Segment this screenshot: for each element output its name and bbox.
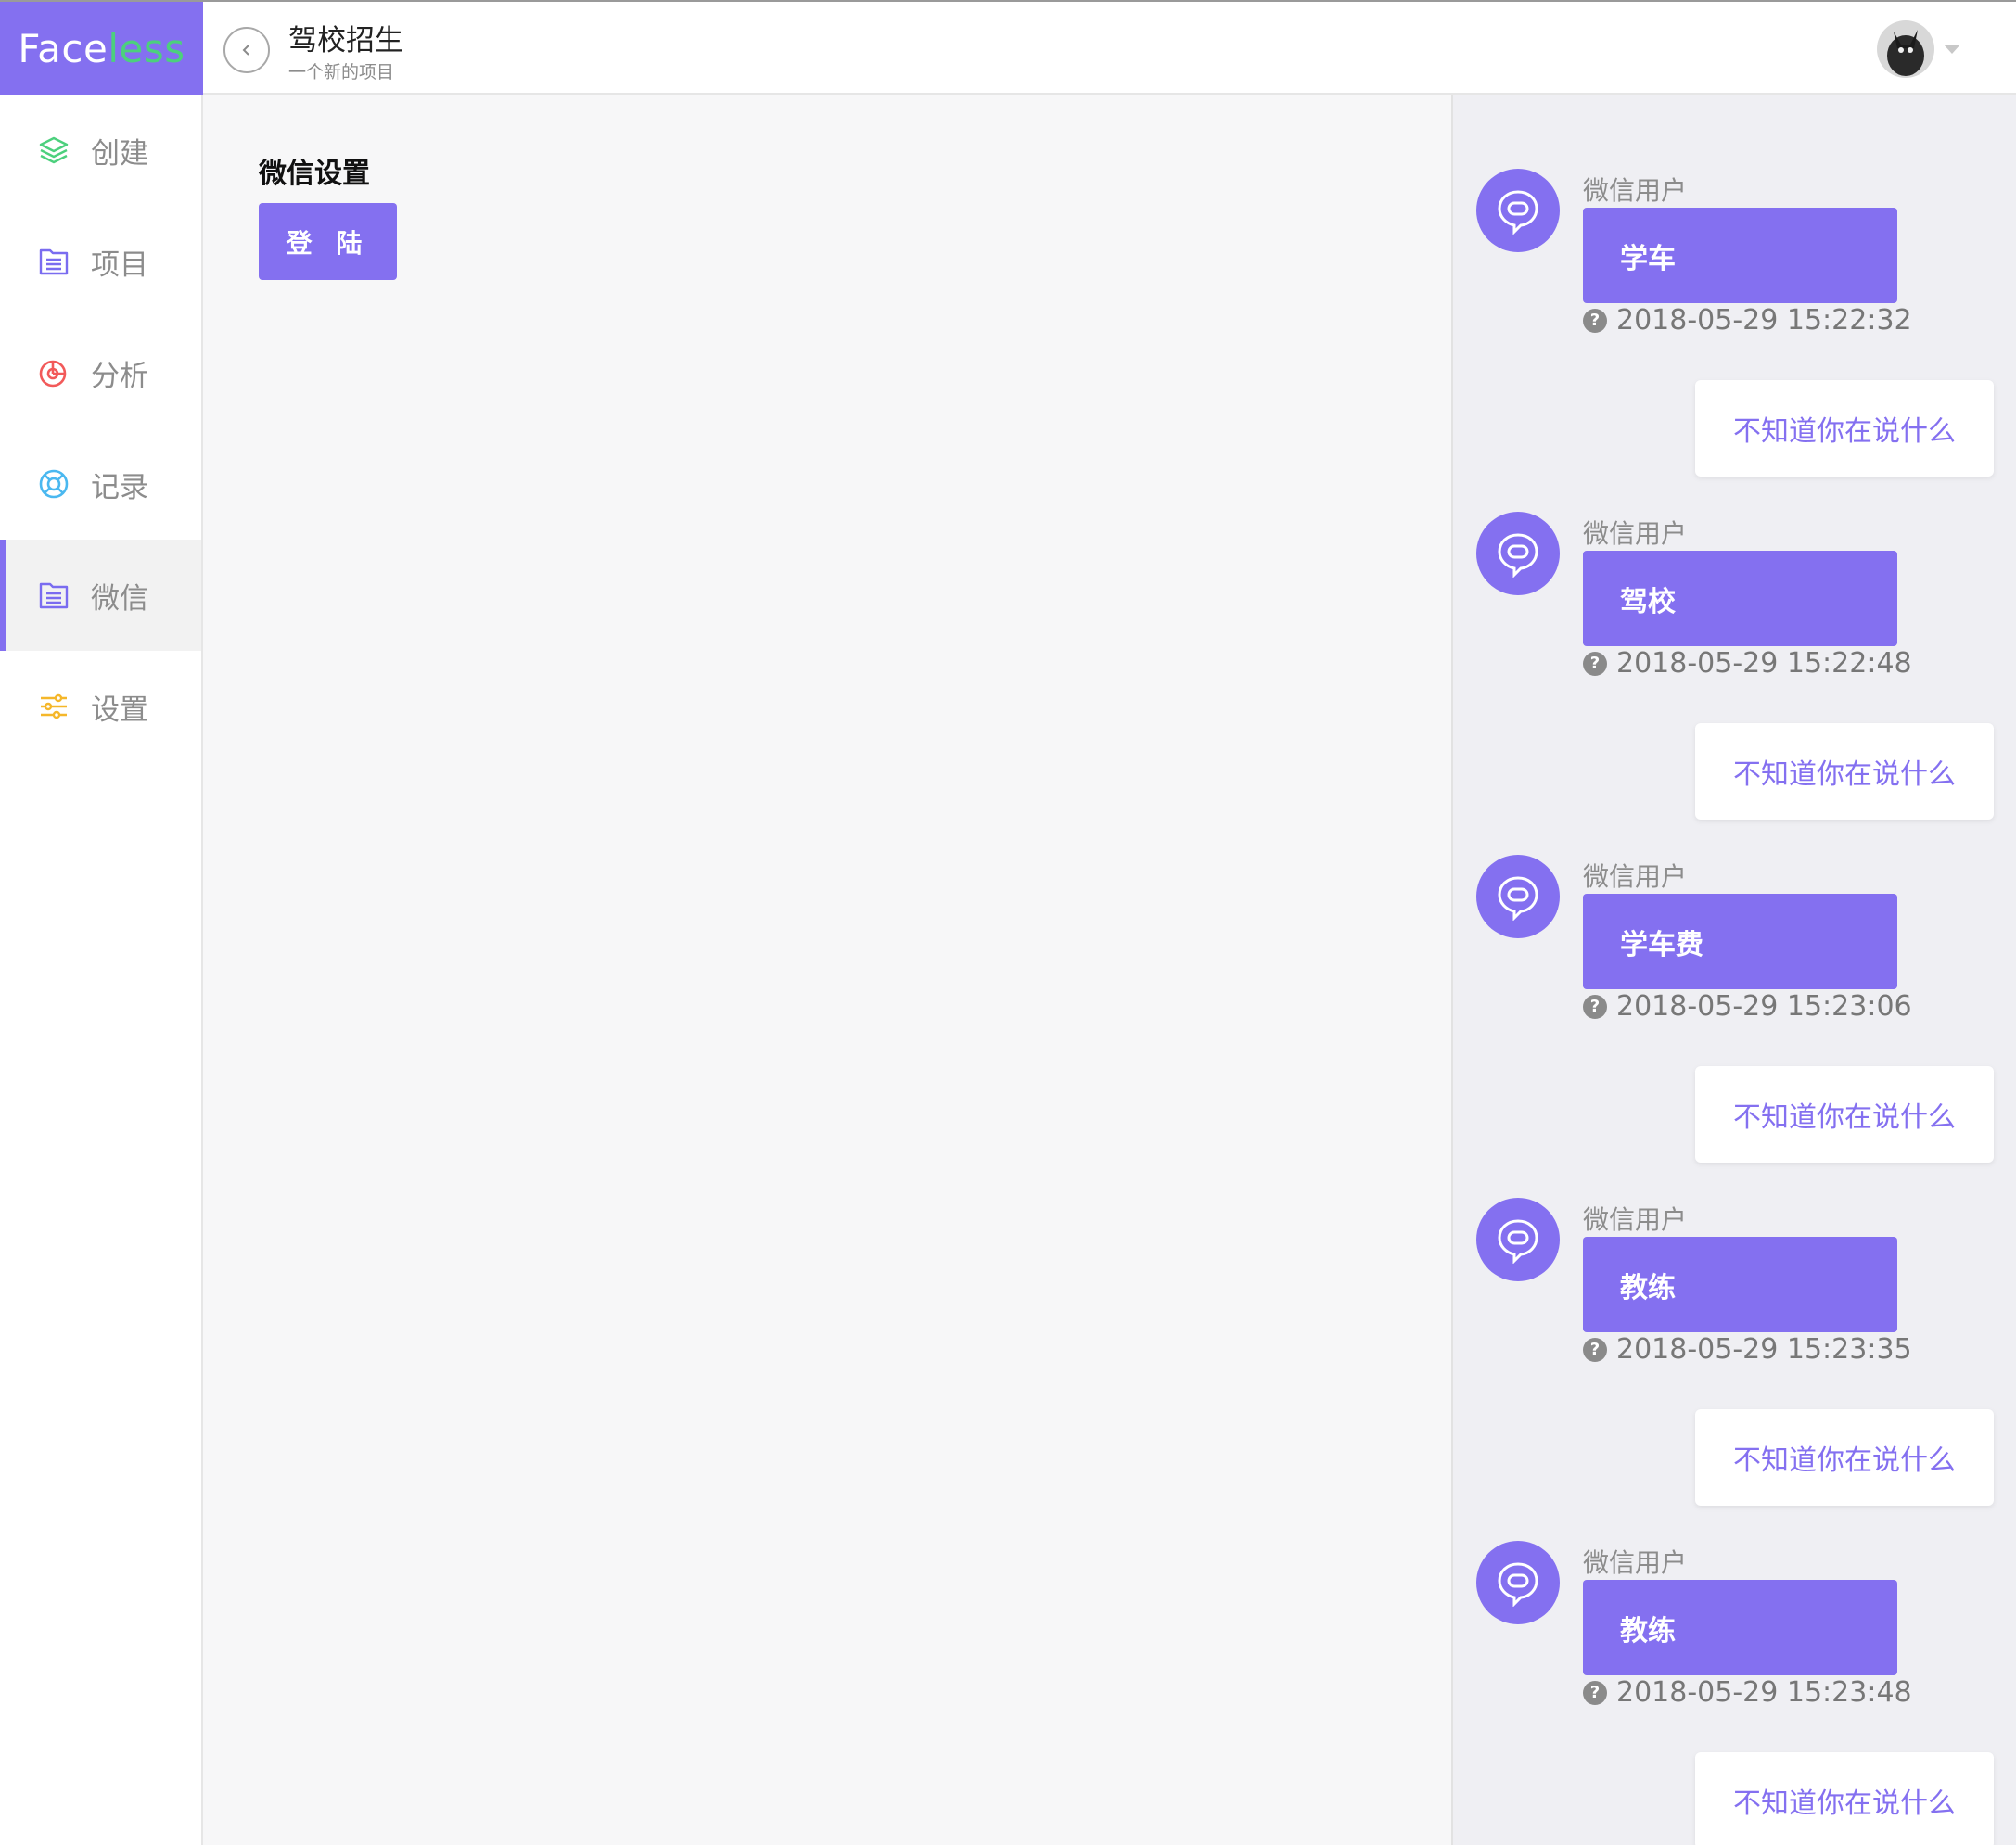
- incoming-message: 微信用户 驾校 ? 2018-05-29 15:22:48: [1453, 438, 2016, 680]
- sidebar-item-settings[interactable]: 设置: [0, 651, 201, 762]
- section-title: 微信设置: [259, 158, 370, 190]
- message-timestamp: 2018-05-29 15:22:32: [1616, 304, 1912, 337]
- question-circle-icon: ?: [1583, 308, 1607, 333]
- project-subtitle: 一个新的项目: [288, 62, 395, 83]
- sender-name: 微信用户: [1583, 1204, 1688, 1235]
- sender-name: 微信用户: [1583, 175, 1688, 206]
- sidebar-item-projects[interactable]: 项目: [0, 206, 201, 317]
- project-title: 驾校招生: [288, 24, 403, 57]
- incoming-bubble: 教练: [1583, 1580, 1897, 1675]
- sidebar-item-label: 项目: [91, 248, 148, 282]
- incoming-bubble: 驾校: [1583, 551, 1897, 646]
- brand-prefix: Face: [18, 25, 108, 71]
- incoming-message: 微信用户 学车费 ? 2018-05-29 15:23:06: [1453, 781, 2016, 1023]
- main-content: 微信设置 登 陆: [203, 95, 1451, 1845]
- incoming-message: 微信用户 学车 ? 2018-05-29 15:22:32: [1453, 95, 2016, 337]
- sidebar: 创建 项目 分析 记录 微信 设置: [0, 95, 203, 1845]
- top-header: 驾校招生 一个新的项目: [203, 2, 2016, 95]
- sidebar-item-label: 设置: [91, 693, 148, 727]
- question-circle-icon: ?: [1583, 1337, 1607, 1362]
- chat-bubble-icon: [1476, 1198, 1560, 1281]
- list-folder-icon: [37, 245, 70, 278]
- chat-panel[interactable]: 微信用户 学车 ? 2018-05-29 15:22:32 不知道你在说什么 微信…: [1451, 95, 2016, 1845]
- sender-name: 微信用户: [1583, 518, 1688, 549]
- user-avatar[interactable]: [1877, 20, 1934, 78]
- sidebar-item-label: 微信: [91, 581, 148, 616]
- app-window: Face less 驾校招生 一个新的项目 创建 项目 分析 记录 微信 设置 …: [0, 0, 2016, 1845]
- chat-bubble-icon: [1476, 1541, 1560, 1624]
- message-timestamp: 2018-05-29 15:22:48: [1616, 647, 1912, 680]
- message-time: ? 2018-05-29 15:23:48: [1583, 1676, 1912, 1709]
- sidebar-item-records[interactable]: 记录: [0, 428, 201, 540]
- chat-bubble-icon: [1476, 512, 1560, 595]
- incoming-bubble: 学车费: [1583, 894, 1897, 989]
- question-circle-icon: ?: [1583, 651, 1607, 676]
- message-time: ? 2018-05-29 15:23:06: [1583, 990, 1912, 1023]
- sidebar-item-analysis[interactable]: 分析: [0, 317, 201, 428]
- chevron-left-icon: [242, 45, 249, 56]
- user-avatar-image: [1877, 20, 1934, 78]
- question-circle-icon: ?: [1583, 994, 1607, 1019]
- sliders-icon: [37, 690, 70, 723]
- message-timestamp: 2018-05-29 15:23:06: [1616, 990, 1912, 1023]
- layers-icon: [37, 134, 70, 167]
- sidebar-item-label: 记录: [91, 470, 148, 504]
- brand-suffix: less: [108, 25, 185, 71]
- incoming-message: 微信用户 教练 ? 2018-05-29 15:23:35: [1453, 1124, 2016, 1366]
- sender-name: 微信用户: [1583, 1547, 1688, 1578]
- lifebuoy-icon: [37, 467, 70, 501]
- incoming-bubble: 学车: [1583, 208, 1897, 303]
- message-timestamp: 2018-05-29 15:23:48: [1616, 1676, 1912, 1709]
- message-time: ? 2018-05-29 15:22:48: [1583, 647, 1912, 680]
- message-timestamp: 2018-05-29 15:23:35: [1616, 1333, 1912, 1366]
- brand-logo[interactable]: Face less: [0, 2, 203, 95]
- sidebar-item-label: 分析: [91, 359, 148, 393]
- message-time: ? 2018-05-29 15:23:35: [1583, 1333, 1912, 1366]
- message-time: ? 2018-05-29 15:22:32: [1583, 304, 1912, 337]
- sidebar-item-wechat[interactable]: 微信: [0, 540, 201, 651]
- sidebar-item-create[interactable]: 创建: [0, 95, 201, 206]
- pie-chart-icon: [37, 356, 70, 389]
- sender-name: 微信用户: [1583, 861, 1688, 892]
- back-button[interactable]: [223, 27, 270, 73]
- incoming-bubble: 教练: [1583, 1237, 1897, 1332]
- user-menu-caret-icon[interactable]: [1944, 45, 1960, 54]
- chat-bubble-icon: [1476, 855, 1560, 938]
- question-circle-icon: ?: [1583, 1680, 1607, 1705]
- reply-bubble: 不知道你在说什么: [1695, 1752, 1994, 1845]
- incoming-message: 微信用户 教练 ? 2018-05-29 15:23:48: [1453, 1467, 2016, 1709]
- login-button[interactable]: 登 陆: [259, 203, 397, 280]
- chat-bubble-icon: [1476, 169, 1560, 252]
- list-folder-icon: [37, 579, 70, 612]
- sidebar-item-label: 创建: [91, 136, 148, 171]
